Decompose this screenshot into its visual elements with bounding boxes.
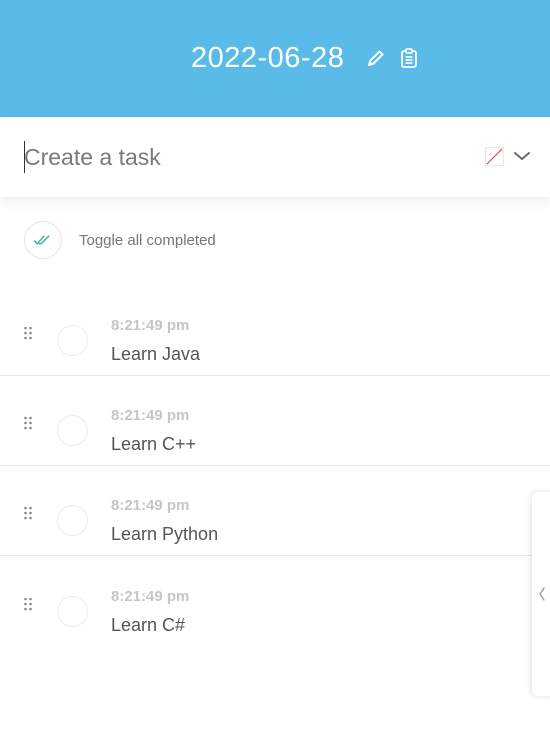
date-title[interactable]: 2022-06-28	[191, 38, 344, 78]
chevron-left-icon[interactable]	[538, 586, 546, 602]
header: 2022-06-28	[0, 0, 550, 117]
toggle-all-label[interactable]: Toggle all completed	[79, 232, 216, 249]
task-time: 8:21:49 pm	[111, 497, 190, 514]
task-time: 8:21:49 pm	[111, 317, 190, 334]
task-checkbox[interactable]	[57, 415, 88, 446]
task-title[interactable]: Learn Python	[111, 524, 218, 545]
task-item[interactable]: 8:21:49 pm Learn Python	[0, 466, 550, 556]
task-item[interactable]: 8:21:49 pm Learn C#	[0, 557, 550, 647]
text-caret	[24, 141, 25, 173]
task-time: 8:21:49 pm	[111, 588, 190, 605]
create-task-input[interactable]	[24, 139, 464, 175]
drag-handle-icon[interactable]	[23, 597, 33, 611]
task-title[interactable]: Learn C#	[111, 615, 185, 636]
task-checkbox[interactable]	[57, 325, 88, 356]
create-task-bar	[0, 117, 550, 197]
chevron-down-icon[interactable]	[513, 149, 531, 163]
task-item[interactable]: 8:21:49 pm Learn C++	[0, 376, 550, 466]
drag-handle-icon[interactable]	[23, 506, 33, 520]
task-checkbox[interactable]	[57, 505, 88, 536]
drag-handle-icon[interactable]	[23, 416, 33, 430]
task-item[interactable]: 8:21:49 pm Learn Java	[0, 286, 550, 376]
task-time: 8:21:49 pm	[111, 407, 190, 424]
drag-handle-icon[interactable]	[23, 326, 33, 340]
color-swatch-icon[interactable]	[485, 147, 504, 166]
toggle-all-button[interactable]	[24, 221, 62, 259]
task-checkbox[interactable]	[57, 596, 88, 627]
pencil-icon[interactable]	[365, 47, 387, 69]
task-title[interactable]: Learn C++	[111, 434, 196, 455]
double-check-icon	[33, 235, 50, 245]
clipboard-icon[interactable]	[398, 47, 420, 69]
task-title[interactable]: Learn Java	[111, 344, 200, 365]
